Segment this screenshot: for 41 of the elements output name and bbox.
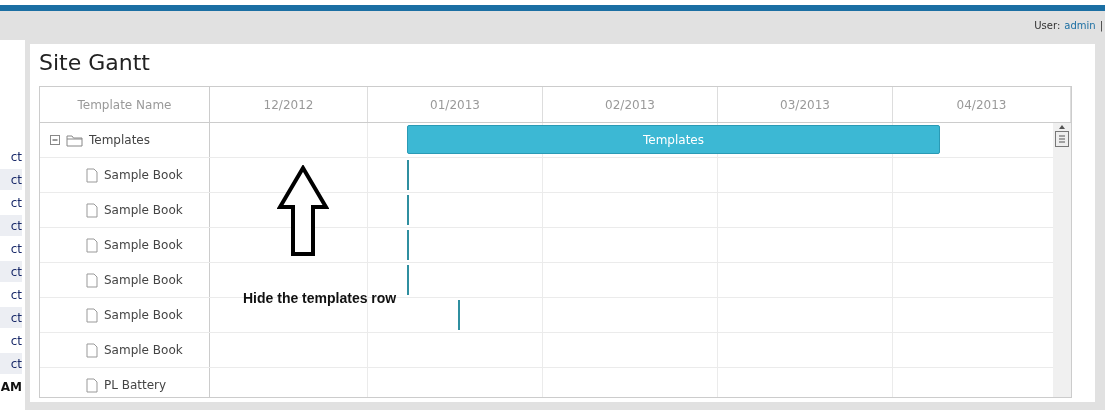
template-name[interactable]: Sample Book xyxy=(104,238,183,252)
sidebar-item[interactable]: ct xyxy=(0,169,22,190)
milestone-marker[interactable] xyxy=(458,300,460,330)
column-header: Template Name xyxy=(40,87,210,122)
template-name[interactable]: Sample Book xyxy=(104,168,183,182)
milestone-marker[interactable] xyxy=(407,195,409,225)
collapse-icon[interactable] xyxy=(50,135,60,145)
month-header: 02/2013 xyxy=(543,87,718,122)
template-name[interactable]: Templates xyxy=(89,133,150,147)
document-icon xyxy=(86,202,98,218)
sidebar-item[interactable]: ct xyxy=(0,215,22,236)
template-name[interactable]: PL Battery xyxy=(104,378,167,392)
milestone-marker[interactable] xyxy=(407,160,409,190)
document-icon xyxy=(86,237,98,253)
month-header: 04/2013 xyxy=(893,87,1071,122)
template-name[interactable]: Sample Book xyxy=(104,273,183,287)
template-name[interactable]: Sample Book xyxy=(104,203,183,217)
template-name[interactable]: Sample Book xyxy=(104,343,183,357)
document-icon xyxy=(86,272,98,288)
sidebar-item[interactable]: ct xyxy=(0,307,22,328)
document-icon xyxy=(86,342,98,358)
scroll-thumb[interactable] xyxy=(1055,131,1069,147)
document-icon xyxy=(86,307,98,323)
separator-text: | xyxy=(1099,20,1103,31)
sidebar-item[interactable]: ct xyxy=(0,261,22,282)
milestone-marker[interactable] xyxy=(407,265,409,295)
annotation-text: Hide the templates row xyxy=(243,290,397,306)
page-title: Site Gantt xyxy=(39,50,151,77)
scrollbar[interactable] xyxy=(1053,123,1071,397)
month-header: 03/2013 xyxy=(718,87,893,122)
user-label: User: xyxy=(1034,20,1061,31)
up-arrow-icon xyxy=(277,165,329,257)
document-icon xyxy=(86,167,98,183)
folder-icon xyxy=(66,133,83,147)
document-icon xyxy=(86,377,98,393)
template-name[interactable]: Sample Book xyxy=(104,308,183,322)
sidebar-item[interactable]: ct xyxy=(0,353,22,374)
month-header: 01/2013 xyxy=(368,87,543,122)
user-link[interactable]: admin xyxy=(1064,20,1096,31)
month-header: 12/2012 xyxy=(210,87,368,122)
milestone-marker[interactable] xyxy=(407,230,409,260)
